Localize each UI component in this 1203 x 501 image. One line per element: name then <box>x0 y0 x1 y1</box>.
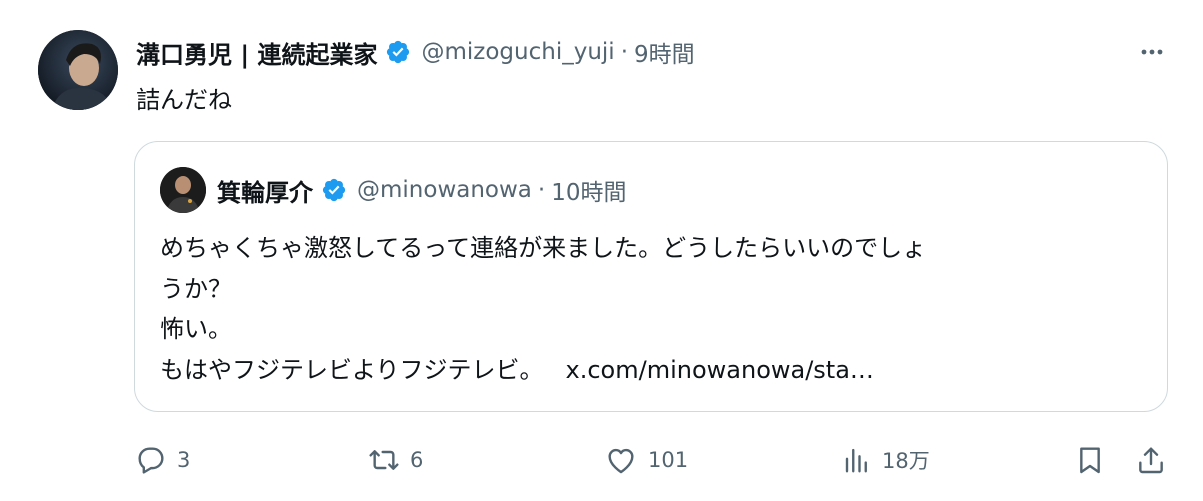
bookmark-button[interactable] <box>1074 436 1106 484</box>
tweet-card[interactable]: 溝口勇児 | 連続起業家 @mizoguchi_yuji · 9時間 詰んだね <box>0 0 1203 501</box>
tweet-header: 溝口勇児 | 連続起業家 @mizoguchi_yuji · 9時間 <box>136 32 695 72</box>
quoted-text-line: うか？ <box>160 274 232 303</box>
bookmark-icon <box>1080 447 1100 474</box>
separator-dot: · <box>537 177 546 203</box>
like-button[interactable]: 101 <box>604 436 688 484</box>
more-options-button[interactable] <box>1134 40 1170 64</box>
quoted-author-avatar[interactable] <box>160 167 206 213</box>
quoted-tweet-link[interactable]: x.com/minowanowa/sta… <box>566 356 874 384</box>
avatar-image <box>38 30 118 110</box>
quoted-tweet[interactable]: 箕輪厚介 @minowanowa · 10時間 めちゃくちゃ激怒してるって連絡が… <box>134 141 1168 412</box>
tweet-timestamp[interactable]: 9時間 <box>634 35 695 69</box>
reply-icon <box>138 447 164 474</box>
quoted-avatar-image <box>160 167 206 213</box>
reply-count: 3 <box>177 448 191 472</box>
author-handle[interactable]: @mizoguchi_yuji <box>421 39 614 65</box>
quoted-author-handle: @minowanowa <box>357 177 532 203</box>
separator-dot: · <box>620 39 628 65</box>
repost-icon <box>369 450 399 470</box>
verified-badge-icon[interactable] <box>385 39 411 65</box>
author-name[interactable]: 溝口勇児 | 連続起業家 <box>136 35 377 70</box>
repost-count: 6 <box>410 448 424 472</box>
quoted-text-line: もはやフジテレビよりフジテレビ。 <box>160 355 544 384</box>
views-icon <box>845 448 867 473</box>
tweet-text: 詰んだね <box>136 86 232 114</box>
quoted-text-line-with-link: もはやフジテレビよりフジテレビ。 x.com/minowanowa/sta… <box>160 350 1150 391</box>
quoted-tweet-text: めちゃくちゃ激怒してるって連絡が来ました。どうしたらいいのでしょ うか？ 怖い。… <box>160 228 1150 390</box>
like-icon <box>608 448 634 474</box>
action-bar: 3 6 101 18万 <box>0 436 1203 484</box>
quoted-author-name: 箕輪厚介 <box>217 178 313 207</box>
verified-badge-icon <box>321 177 347 203</box>
views-count: 18万 <box>882 449 930 473</box>
share-icon <box>1139 447 1163 474</box>
quoted-text-line: めちゃくちゃ激怒してるって連絡が来ました。どうしたらいいのでしょ <box>160 234 927 262</box>
reply-button[interactable]: 3 <box>135 436 190 484</box>
like-count: 101 <box>648 448 689 472</box>
quoted-text-line: 怖い。 <box>160 315 232 343</box>
more-options-icon <box>1141 49 1163 55</box>
repost-button[interactable]: 6 <box>368 436 423 484</box>
views-button[interactable]: 18万 <box>842 436 930 484</box>
author-avatar[interactable] <box>38 30 118 110</box>
quoted-timestamp: 10時間 <box>551 180 627 206</box>
quoted-tweet-header: 箕輪厚介 @minowanowa · 10時間 <box>217 172 627 208</box>
share-button[interactable] <box>1135 436 1167 484</box>
